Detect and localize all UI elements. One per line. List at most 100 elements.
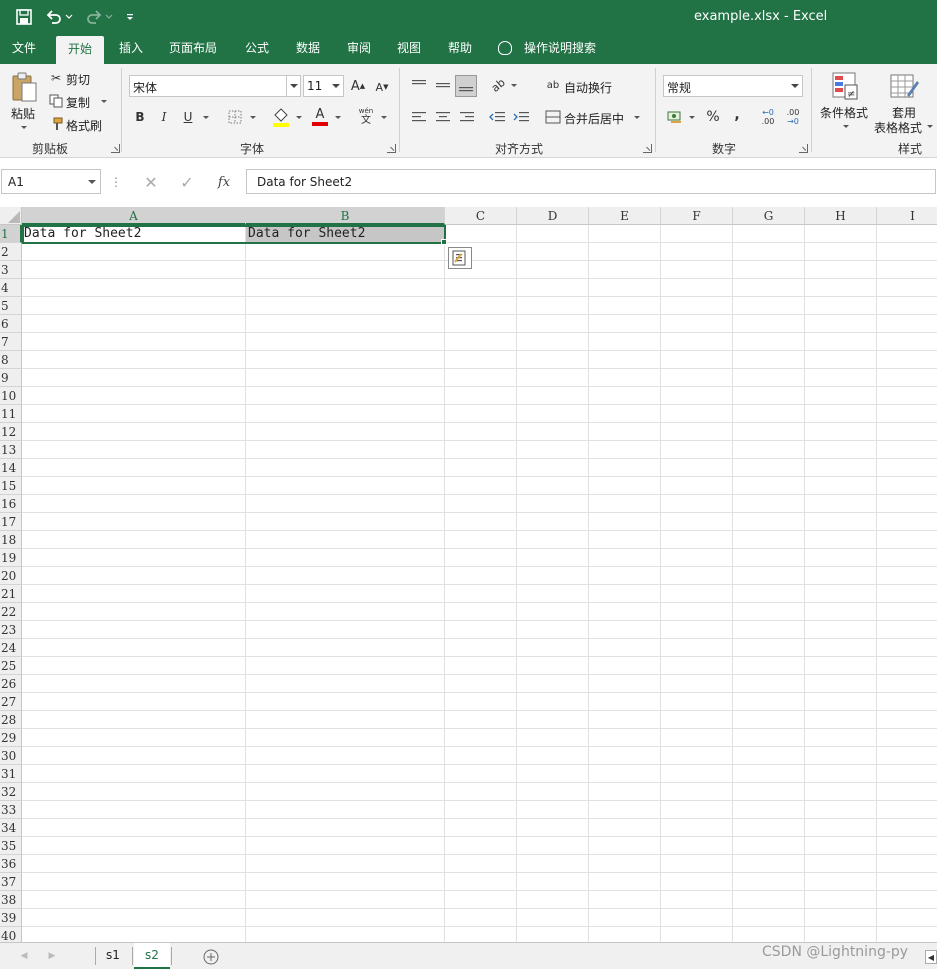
cell-c26[interactable] bbox=[445, 675, 517, 693]
cell-i28[interactable] bbox=[877, 711, 937, 729]
cell-a36[interactable] bbox=[22, 855, 246, 873]
alignment-dialog-launcher-icon[interactable] bbox=[643, 144, 652, 153]
cell-f18[interactable] bbox=[661, 531, 733, 549]
formula-input[interactable]: Data for Sheet2 bbox=[246, 169, 936, 194]
tab-file[interactable]: 文件 bbox=[4, 34, 44, 64]
cell-h2[interactable] bbox=[805, 243, 877, 261]
cell-f25[interactable] bbox=[661, 657, 733, 675]
row-header-18[interactable]: 18 bbox=[0, 531, 22, 549]
cell-f7[interactable] bbox=[661, 333, 733, 351]
font-color-icon[interactable]: A bbox=[311, 106, 329, 128]
cell-a12[interactable] bbox=[22, 423, 246, 441]
cell-d18[interactable] bbox=[517, 531, 589, 549]
cell-e12[interactable] bbox=[589, 423, 661, 441]
tab-home[interactable]: 开始 bbox=[56, 36, 104, 64]
tab-view[interactable]: 视图 bbox=[390, 34, 428, 64]
cell-c21[interactable] bbox=[445, 585, 517, 603]
cell-e33[interactable] bbox=[589, 801, 661, 819]
orientation-dropdown-icon[interactable] bbox=[511, 84, 517, 87]
merge-center-button[interactable]: 合并后居中 bbox=[564, 110, 624, 127]
cell-d5[interactable] bbox=[517, 297, 589, 315]
cell-h23[interactable] bbox=[805, 621, 877, 639]
format-painter-button[interactable]: 格式刷 bbox=[66, 117, 102, 134]
cell-g27[interactable] bbox=[733, 693, 805, 711]
cell-g26[interactable] bbox=[733, 675, 805, 693]
cell-f31[interactable] bbox=[661, 765, 733, 783]
cell-b38[interactable] bbox=[246, 891, 445, 909]
column-header-f[interactable]: F bbox=[661, 207, 733, 225]
cell-g5[interactable] bbox=[733, 297, 805, 315]
cell-e16[interactable] bbox=[589, 495, 661, 513]
cell-i3[interactable] bbox=[877, 261, 937, 279]
chevron-down-icon[interactable] bbox=[88, 180, 96, 184]
cell-e1[interactable] bbox=[589, 225, 661, 243]
cell-i10[interactable] bbox=[877, 387, 937, 405]
cell-g15[interactable] bbox=[733, 477, 805, 495]
column-header-g[interactable]: G bbox=[733, 207, 805, 225]
cell-a32[interactable] bbox=[22, 783, 246, 801]
cell-a20[interactable] bbox=[22, 567, 246, 585]
cell-d2[interactable] bbox=[517, 243, 589, 261]
bold-button[interactable]: B bbox=[133, 108, 147, 126]
cell-g38[interactable] bbox=[733, 891, 805, 909]
cell-a24[interactable] bbox=[22, 639, 246, 657]
cell-e9[interactable] bbox=[589, 369, 661, 387]
cell-a11[interactable] bbox=[22, 405, 246, 423]
increase-font-size-button[interactable]: A ▲ bbox=[350, 77, 366, 95]
cell-e25[interactable] bbox=[589, 657, 661, 675]
cell-h34[interactable] bbox=[805, 819, 877, 837]
cell-e32[interactable] bbox=[589, 783, 661, 801]
cell-a18[interactable] bbox=[22, 531, 246, 549]
fill-handle[interactable] bbox=[441, 239, 447, 245]
cell-i30[interactable] bbox=[877, 747, 937, 765]
format-as-table-line2[interactable]: 表格格式 bbox=[874, 119, 922, 136]
cell-a15[interactable] bbox=[22, 477, 246, 495]
row-header-22[interactable]: 22 bbox=[0, 603, 22, 621]
cell-h8[interactable] bbox=[805, 351, 877, 369]
cell-a37[interactable] bbox=[22, 873, 246, 891]
cell-i5[interactable] bbox=[877, 297, 937, 315]
cell-e18[interactable] bbox=[589, 531, 661, 549]
row-header-1[interactable]: 1 bbox=[0, 225, 22, 243]
cell-i19[interactable] bbox=[877, 549, 937, 567]
row-header-20[interactable]: 20 bbox=[0, 567, 22, 585]
cell-h11[interactable] bbox=[805, 405, 877, 423]
cell-a19[interactable] bbox=[22, 549, 246, 567]
cell-g13[interactable] bbox=[733, 441, 805, 459]
cell-f4[interactable] bbox=[661, 279, 733, 297]
row-header-24[interactable]: 24 bbox=[0, 639, 22, 657]
paste-icon[interactable] bbox=[9, 70, 39, 104]
tell-me-search[interactable]: 操作说明搜索 bbox=[498, 34, 608, 64]
cell-c12[interactable] bbox=[445, 423, 517, 441]
cell-c19[interactable] bbox=[445, 549, 517, 567]
row-header-39[interactable]: 39 bbox=[0, 909, 22, 927]
cell-i1[interactable] bbox=[877, 225, 937, 243]
cell-b11[interactable] bbox=[246, 405, 445, 423]
cell-e3[interactable] bbox=[589, 261, 661, 279]
underline-button[interactable]: U bbox=[181, 108, 195, 126]
column-header-d[interactable]: D bbox=[517, 207, 589, 225]
cell-f5[interactable] bbox=[661, 297, 733, 315]
cell-h40[interactable] bbox=[805, 927, 877, 942]
cell-i15[interactable] bbox=[877, 477, 937, 495]
align-middle-icon[interactable] bbox=[434, 76, 452, 94]
cell-c38[interactable] bbox=[445, 891, 517, 909]
cell-h12[interactable] bbox=[805, 423, 877, 441]
row-header-16[interactable]: 16 bbox=[0, 495, 22, 513]
cell-i23[interactable] bbox=[877, 621, 937, 639]
phonetic-guide-icon[interactable]: wén 文 bbox=[357, 106, 375, 128]
cell-d12[interactable] bbox=[517, 423, 589, 441]
cell-h39[interactable] bbox=[805, 909, 877, 927]
cell-f17[interactable] bbox=[661, 513, 733, 531]
cell-a16[interactable] bbox=[22, 495, 246, 513]
cell-d32[interactable] bbox=[517, 783, 589, 801]
sheet-tab-s2[interactable]: s2 bbox=[134, 943, 170, 969]
cell-c25[interactable] bbox=[445, 657, 517, 675]
cell-i18[interactable] bbox=[877, 531, 937, 549]
font-name-select[interactable]: 宋体 bbox=[129, 75, 301, 97]
cell-a4[interactable] bbox=[22, 279, 246, 297]
cell-e17[interactable] bbox=[589, 513, 661, 531]
cell-d1[interactable] bbox=[517, 225, 589, 243]
row-header-12[interactable]: 12 bbox=[0, 423, 22, 441]
cell-e22[interactable] bbox=[589, 603, 661, 621]
